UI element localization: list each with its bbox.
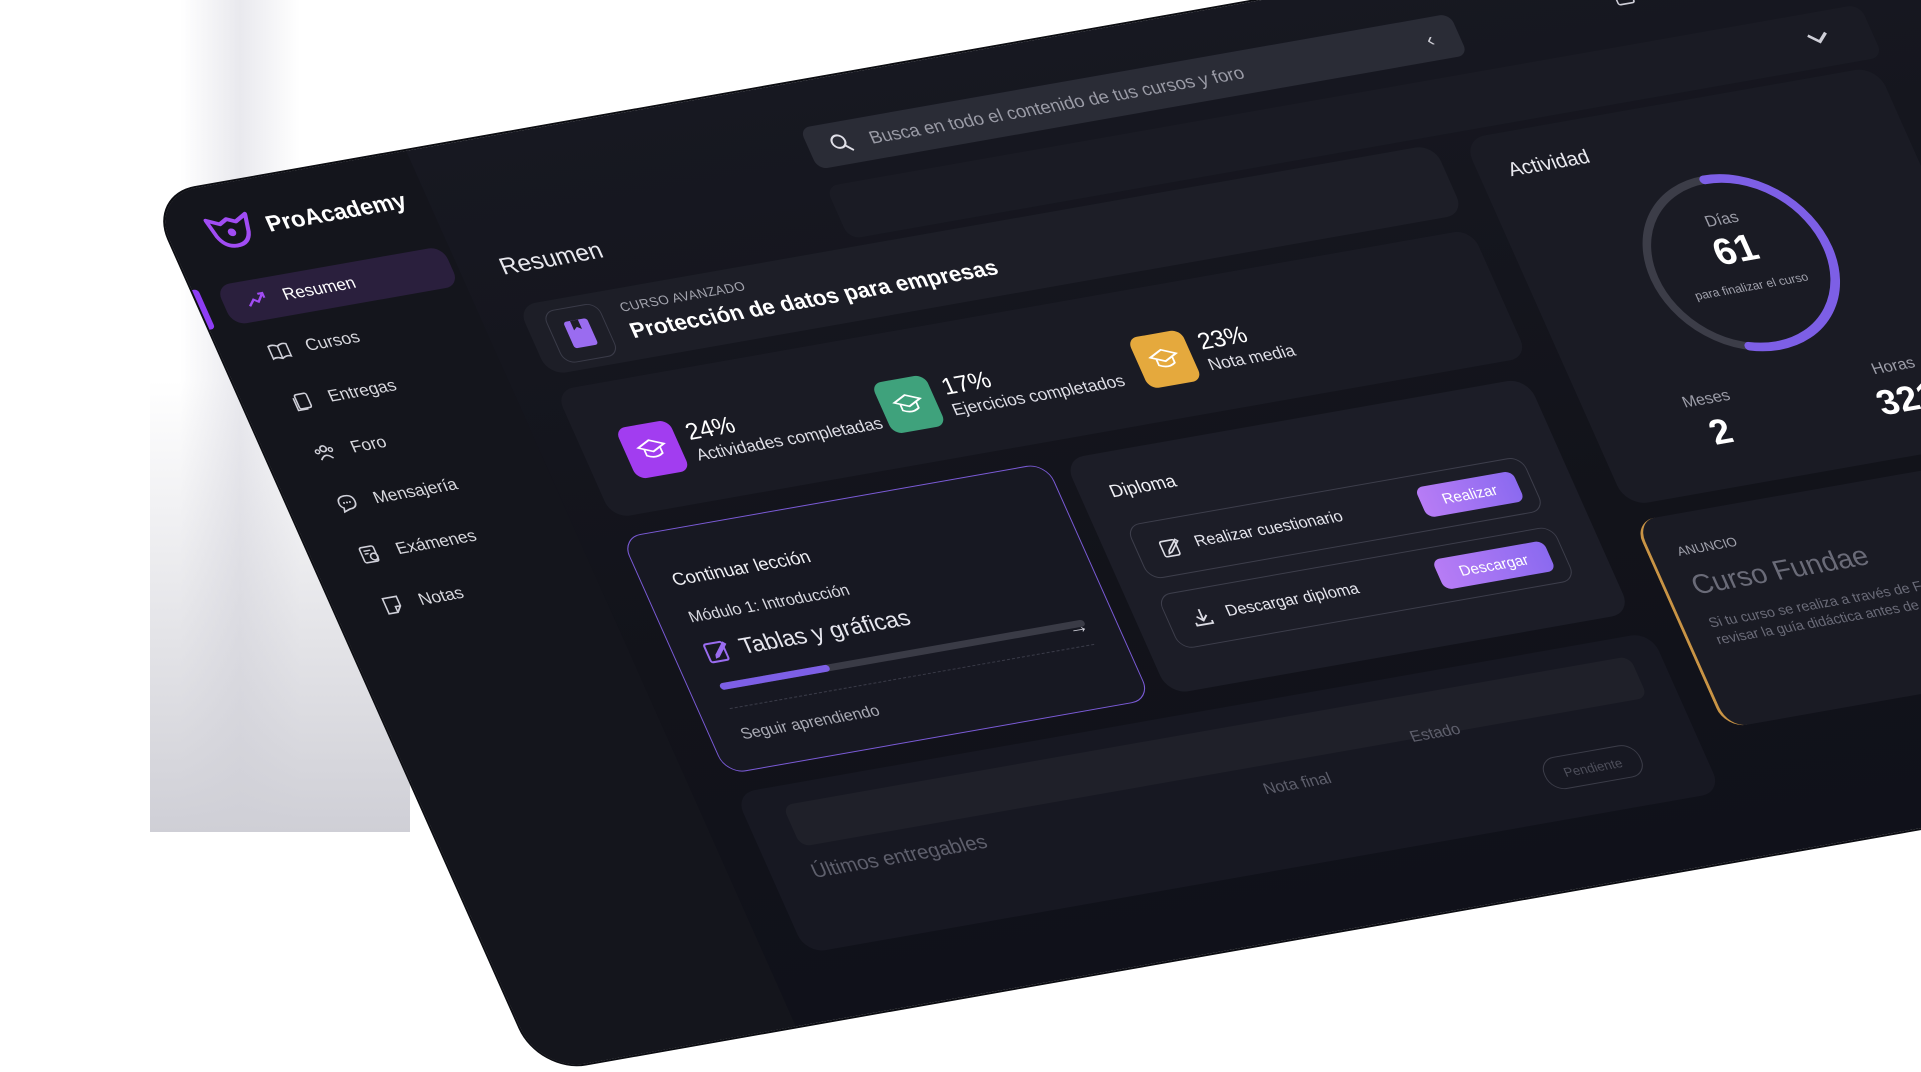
chevron-left-icon[interactable]: ‹	[1422, 29, 1438, 52]
brand-name: ProAcademy	[261, 187, 411, 237]
realizar-button[interactable]: Realizar	[1414, 471, 1525, 518]
sidebar-item-label: Notas	[415, 583, 467, 610]
files-icon	[287, 389, 318, 414]
sidebar-item-label: Cursos	[302, 327, 363, 355]
continue-title: Continuar lección	[668, 547, 814, 591]
diploma-title: Diploma	[1106, 471, 1180, 502]
search-icon	[826, 131, 857, 156]
graduation-cap-icon	[889, 391, 929, 419]
sidebar-item-label: Entregas	[325, 376, 400, 407]
stat-icon-box	[615, 419, 691, 479]
trend-icon	[241, 288, 272, 313]
ring-center: Días 61 para finalizar el curso	[1601, 151, 1882, 374]
months-stat: Meses 2	[1644, 381, 1789, 462]
download-icon	[1186, 604, 1217, 629]
chat-icon	[332, 491, 363, 516]
calendar-icon[interactable]	[1608, 0, 1639, 8]
graduation-cap-icon	[1145, 345, 1185, 373]
sidebar-item-label: Resumen	[279, 273, 359, 304]
edit-square-icon	[1155, 535, 1186, 560]
hours-stat: Horas 321	[1831, 348, 1921, 429]
book-icon	[264, 339, 295, 364]
owl-logo-icon	[202, 210, 260, 252]
graduation-cap-icon	[633, 436, 673, 464]
bookmark-book-icon	[560, 316, 601, 351]
activity-title: Actividad	[1504, 146, 1594, 182]
sidebar-item-label: Exámenes	[392, 526, 479, 559]
course-icon-box	[541, 302, 620, 364]
column-header-estado: Estado	[1407, 721, 1464, 747]
announcement-eyebrow: ANUNCIO	[1674, 534, 1739, 559]
top-icons	[1608, 0, 1686, 8]
sidebar-item-label: Mensajería	[370, 475, 461, 508]
note-icon	[377, 593, 408, 618]
diploma-row-label: Realizar cuestionario	[1192, 508, 1347, 551]
chevron-down-icon[interactable]	[1801, 26, 1835, 49]
stat-exercises: 17% Ejercicios completados	[871, 342, 1130, 434]
continue-lesson-card[interactable]: Continuar lección Módulo 1: Introducción…	[621, 462, 1152, 774]
sidebar-item-label: Foro	[347, 432, 390, 457]
stat-grade: 23% Nota media	[1127, 312, 1300, 389]
diploma-row-label: Descargar diploma	[1223, 581, 1363, 621]
stat-text: 23% Nota media	[1193, 315, 1299, 375]
edit-icon	[700, 636, 737, 665]
descargar-button[interactable]: Descargar	[1431, 540, 1556, 590]
page-title: Resumen	[495, 237, 608, 281]
exam-icon	[355, 542, 386, 567]
lesson-progress-fill	[719, 664, 831, 690]
stat-text: 24% Actividades completadas	[681, 388, 886, 466]
status-badge: Pendiente	[1537, 743, 1648, 792]
app-window: ProAcademy Resumen Cursos Entregas Foro	[150, 0, 1921, 1072]
stat-activities: 24% Actividades completadas	[615, 385, 888, 480]
brand[interactable]: ProAcademy	[202, 183, 413, 251]
users-icon	[309, 440, 340, 465]
diploma-card: Diploma Realizar cuestionario Realizar D…	[1064, 378, 1632, 695]
follow-link[interactable]: Seguir aprendiendo	[738, 703, 883, 744]
arrow-right-icon[interactable]: →	[1064, 615, 1093, 640]
stat-icon-box	[1127, 329, 1203, 389]
column-header-nota: Nota final	[1261, 770, 1335, 799]
stat-text: 17% Ejercicios completados	[937, 345, 1128, 420]
